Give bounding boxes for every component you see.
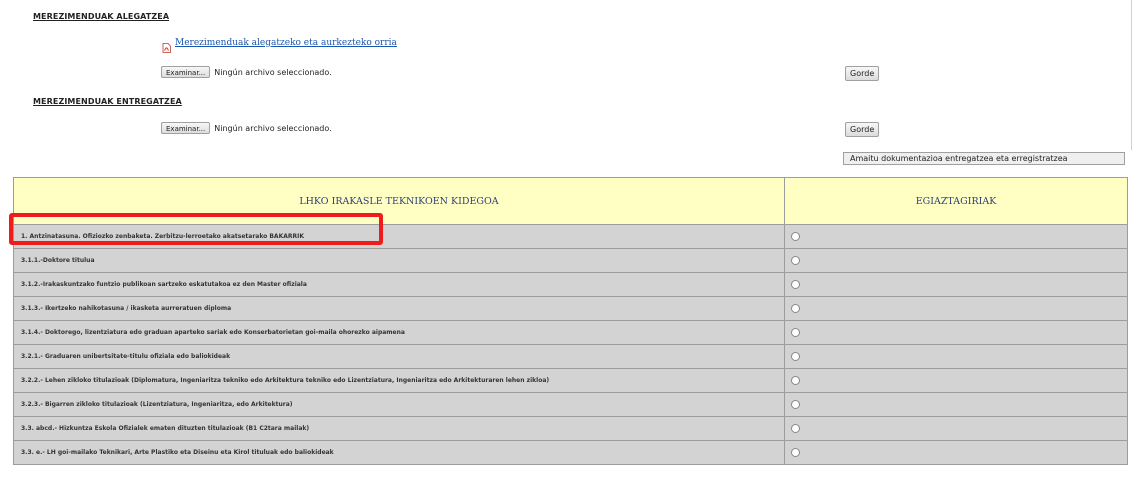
radio-button[interactable] <box>791 376 800 385</box>
highlight-box <box>9 213 383 245</box>
table-row: 3.1.4.- Doktorego, lizentziatura edo gra… <box>13 320 1128 345</box>
finish-registration-button[interactable]: Amaitu dokumentazioa entregatzea eta err… <box>843 152 1125 165</box>
table-row: 3.1.1.-Doktore titulua <box>13 248 1128 273</box>
save-button-entregatzea[interactable]: Gorde <box>845 122 880 137</box>
merit-label: 3.2.3.- Bigarren zikloko titulazioak (Li… <box>13 392 785 417</box>
merit-label: 3.3. abcd.- Hizkuntza Eskola Ofizialek e… <box>13 416 785 441</box>
radio-button[interactable] <box>791 304 800 313</box>
radio-button[interactable] <box>791 328 800 337</box>
merit-label: 3.1.2.-Irakaskuntzako funtzio publikoan … <box>13 272 785 297</box>
pdf-link-text[interactable]: Merezimenduak alegatzeko eta aurkezteko … <box>175 38 397 48</box>
browse-button[interactable]: Examinar... <box>161 122 211 134</box>
radio-button[interactable] <box>791 424 800 433</box>
file-status-text: Ningún archivo seleccionado. <box>214 67 332 77</box>
radio-cell <box>784 296 1128 321</box>
radio-cell <box>784 320 1128 345</box>
file-upload-alegatzea: Examinar... Ningún archivo seleccionado. <box>161 66 332 78</box>
merit-label: 3.1.1.-Doktore titulua <box>13 248 785 273</box>
table-row: 3.2.3.- Bigarren zikloko titulazioak (Li… <box>13 392 1128 417</box>
radio-cell <box>784 224 1128 249</box>
radio-cell <box>784 392 1128 417</box>
merit-label: 3.3. e.- LH goi-mailako Teknikari, Arte … <box>13 440 785 465</box>
merit-label: 3.2.1.- Graduaren unibertsitate-titulu o… <box>13 344 785 369</box>
radio-cell <box>784 440 1128 465</box>
file-status-text: Ningún archivo seleccionado. <box>214 123 332 133</box>
table-row: 3.3. abcd.- Hizkuntza Eskola Ofizialek e… <box>13 416 1128 441</box>
column-header-egiaztagiriak: EGIAZTAGIRIAK <box>784 177 1128 225</box>
radio-button[interactable] <box>791 232 800 241</box>
radio-cell <box>784 272 1128 297</box>
save-button-alegatzea[interactable]: Gorde <box>845 66 880 81</box>
browse-button[interactable]: Examinar... <box>161 66 211 78</box>
radio-button[interactable] <box>791 280 800 289</box>
merit-label: 3.2.2.- Lehen zikloko titulazioak (Diplo… <box>13 368 785 393</box>
table-row: 3.3. e.- LH goi-mailako Teknikari, Arte … <box>13 440 1128 465</box>
radio-button[interactable] <box>791 448 800 457</box>
radio-cell <box>784 248 1128 273</box>
radio-cell <box>784 344 1128 369</box>
pdf-download-link[interactable]: Merezimenduak alegatzeko eta aurkezteko … <box>162 38 397 53</box>
radio-cell <box>784 416 1128 441</box>
pdf-file-icon <box>162 38 171 53</box>
merit-label: 3.1.4.- Doktorego, lizentziatura edo gra… <box>13 320 785 345</box>
file-upload-entregatzea: Examinar... Ningún archivo seleccionado. <box>161 122 332 134</box>
radio-cell <box>784 368 1128 393</box>
radio-button[interactable] <box>791 400 800 409</box>
table-row: 3.2.1.- Graduaren unibertsitate-titulu o… <box>13 344 1128 369</box>
table-row: 3.1.2.-Irakaskuntzako funtzio publikoan … <box>13 272 1128 297</box>
radio-button[interactable] <box>791 256 800 265</box>
section-heading-alegatzea: MEREZIMENDUAK ALEGATZEA <box>33 12 170 21</box>
radio-button[interactable] <box>791 352 800 361</box>
section-heading-entregatzea: MEREZIMENDUAK ENTREGATZEA <box>33 97 182 106</box>
table-row: 3.2.2.- Lehen zikloko titulazioak (Diplo… <box>13 368 1128 393</box>
table-row: 3.1.3.- Ikertzeko nahikotasuna / ikasket… <box>13 296 1128 321</box>
merit-label: 3.1.3.- Ikertzeko nahikotasuna / ikasket… <box>13 296 785 321</box>
right-divider <box>1131 0 1132 150</box>
